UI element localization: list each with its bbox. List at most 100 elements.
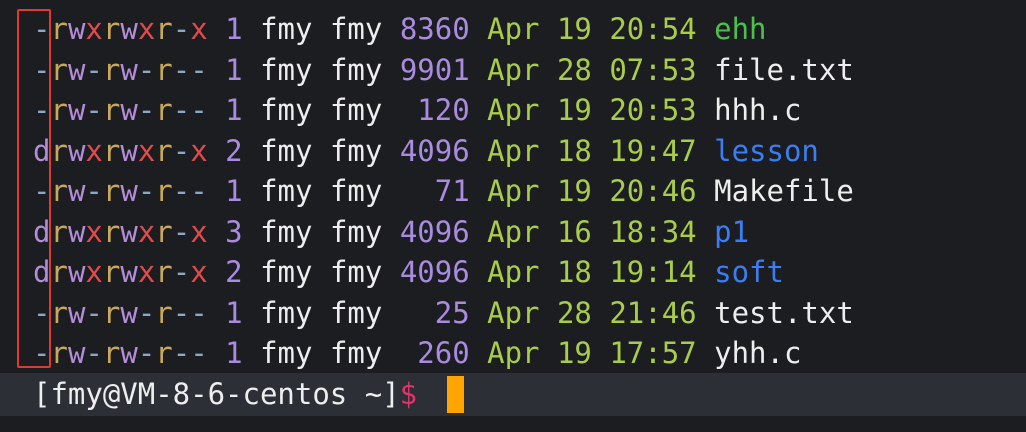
permission-bit: - [137, 174, 156, 208]
group-name: fmy [329, 52, 383, 87]
permission-bit: x [190, 133, 208, 168]
file-name: lesson [714, 133, 819, 168]
modified-date: Apr 28 21:46 [487, 295, 697, 330]
permission-bit: x [85, 12, 103, 46]
permission-bit: r [102, 174, 121, 208]
prompt-symbol: $ [399, 377, 418, 411]
modified-date: Apr 19 20:54 [487, 12, 697, 46]
group-name: fmy [329, 336, 383, 370]
permission-bit: x [85, 255, 103, 289]
permission-string: -rw-rw-r-- [33, 53, 208, 87]
permission-bit: r [155, 133, 173, 168]
permission-bit: w [120, 93, 138, 127]
permission-bit: w [67, 12, 86, 46]
permission-bit: x [190, 214, 208, 249]
permission-bit: r [102, 52, 121, 87]
modified-date: Apr 16 18:34 [487, 214, 697, 249]
file-type-char: d [33, 214, 51, 249]
prompt-text: [fmy@VM-8-6-centos ~] [33, 377, 400, 411]
permission-bit: - [172, 255, 191, 289]
permission-bit: r [102, 295, 121, 330]
owner-name: fmy [260, 295, 313, 330]
file-type-char: - [33, 295, 51, 330]
file-type-char: d [33, 133, 51, 168]
file-name: Makefile [714, 174, 854, 208]
permission-bit: w [67, 255, 86, 289]
permission-bit: - [85, 93, 103, 127]
permission-bit: - [172, 214, 191, 249]
group-name: fmy [329, 133, 383, 168]
link-count: 1 [225, 174, 243, 208]
permission-bit: r [155, 336, 173, 370]
link-count: 1 [225, 93, 243, 127]
permission-bit: - [190, 52, 208, 87]
permission-bit: w [120, 174, 138, 208]
list-item[interactable]: -rw-rw-r-- 1 fmy fmy 9901 Apr 28 07:53 f… [33, 50, 854, 91]
permission-string: -rw-rw-r-- [33, 93, 208, 127]
permission-string: drwxrwxr-x [33, 134, 208, 168]
permission-bit: - [85, 52, 103, 87]
ls-listing: -rwxrwxr-x 1 fmy fmy 8360 Apr 19 20:54 e… [33, 9, 854, 374]
permission-bit: - [190, 295, 208, 330]
file-type-char: - [33, 12, 51, 46]
modified-date: Apr 19 20:53 [487, 93, 697, 127]
group-name: fmy [329, 255, 383, 289]
list-item[interactable]: -rw-rw-r-- 1 fmy fmy 71 Apr 19 20:46 Mak… [33, 171, 854, 212]
permission-bit: r [155, 12, 173, 46]
permission-bit: - [172, 93, 191, 127]
permission-bit: - [137, 336, 156, 370]
file-size: 71 [399, 174, 470, 208]
link-count: 2 [225, 255, 243, 289]
permission-bit: x [137, 255, 156, 289]
owner-name: fmy [260, 214, 313, 249]
file-name: file.txt [714, 52, 854, 87]
file-size: 260 [399, 336, 470, 370]
file-size: 4096 [399, 255, 470, 289]
permission-bit: r [50, 93, 68, 127]
list-item[interactable]: -rw-rw-r-- 1 fmy fmy 260 Apr 19 17:57 yh… [33, 333, 854, 374]
permission-bit: w [67, 52, 86, 87]
file-size: 25 [399, 295, 470, 330]
permission-bit: r [155, 93, 173, 127]
modified-date: Apr 19 17:57 [487, 336, 697, 370]
permission-bit: r [155, 52, 173, 87]
list-item[interactable]: -rw-rw-r-- 1 fmy fmy 120 Apr 19 20:53 hh… [33, 90, 854, 131]
permission-bit: x [85, 214, 103, 249]
group-name: fmy [329, 174, 383, 208]
list-item[interactable]: -rw-rw-r-- 1 fmy fmy 25 Apr 28 21:46 tes… [33, 293, 854, 334]
permission-bit: x [137, 12, 156, 46]
permission-bit: - [85, 336, 103, 370]
permission-bit: w [67, 93, 86, 127]
list-item[interactable]: drwxrwxr-x 2 fmy fmy 4096 Apr 18 19:47 l… [33, 131, 854, 172]
list-item[interactable]: -rwxrwxr-x 1 fmy fmy 8360 Apr 19 20:54 e… [33, 9, 854, 50]
link-count: 1 [225, 336, 243, 370]
permission-bit: w [67, 174, 86, 208]
link-count: 1 [225, 52, 243, 87]
permission-string: drwxrwxr-x [33, 215, 208, 249]
modified-date: Apr 19 20:46 [487, 174, 697, 208]
permission-bit: r [50, 12, 68, 46]
list-item[interactable]: drwxrwxr-x 2 fmy fmy 4096 Apr 18 19:14 s… [33, 252, 854, 293]
owner-name: fmy [260, 93, 313, 127]
permission-bit: r [155, 214, 173, 249]
owner-name: fmy [260, 174, 313, 208]
permission-bit: x [190, 255, 208, 289]
permission-bit: w [120, 12, 138, 46]
terminal-window[interactable]: -rwxrwxr-x 1 fmy fmy 8360 Apr 19 20:54 e… [0, 0, 1026, 432]
prompt-line[interactable]: [fmy@VM-8-6-centos ~]$ [0, 373, 1026, 416]
permission-bit: r [155, 255, 173, 289]
permission-bit: - [137, 295, 156, 330]
permission-bit: r [50, 295, 68, 330]
group-name: fmy [329, 295, 383, 330]
permission-bit: - [172, 295, 191, 330]
file-name: soft [714, 255, 784, 289]
permission-bit: w [67, 336, 86, 370]
list-item[interactable]: drwxrwxr-x 3 fmy fmy 4096 Apr 16 18:34 p… [33, 212, 854, 253]
group-name: fmy [329, 93, 383, 127]
permission-bit: - [172, 336, 191, 370]
permission-bit: w [120, 52, 138, 87]
permission-string: -rw-rw-r-- [33, 336, 208, 370]
permission-bit: - [85, 174, 103, 208]
permission-bit: r [102, 255, 121, 289]
modified-date: Apr 18 19:14 [487, 255, 697, 289]
